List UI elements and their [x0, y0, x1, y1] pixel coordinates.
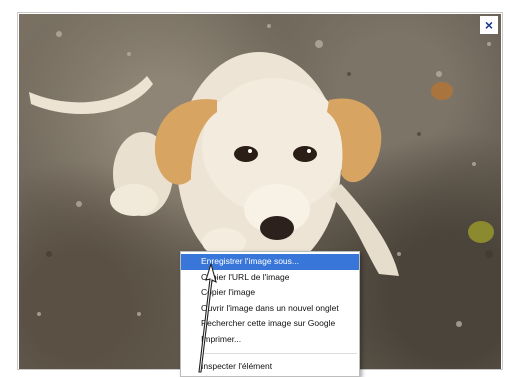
close-button[interactable]: × [480, 16, 498, 34]
arrow-cursor-icon [198, 262, 217, 373]
menu-separator [201, 352, 357, 354]
close-icon: × [484, 17, 494, 33]
